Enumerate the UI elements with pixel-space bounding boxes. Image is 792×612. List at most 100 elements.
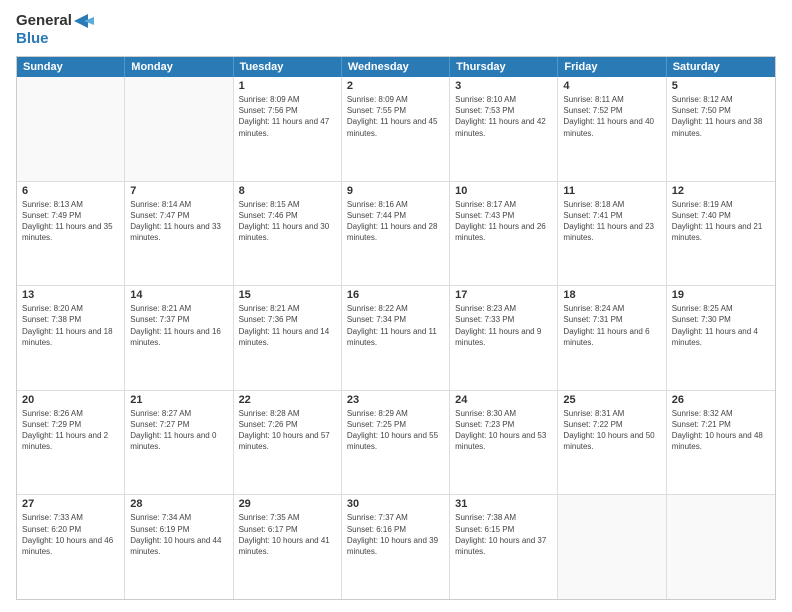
calendar-row-1: 6 Sunrise: 8:13 AM Sunset: 7:49 PM Daylig…: [17, 182, 775, 287]
calendar-cell-4-2: 29 Sunrise: 7:35 AM Sunset: 6:17 PM Dayli…: [234, 495, 342, 599]
calendar-cell-3-0: 20 Sunrise: 8:26 AM Sunset: 7:29 PM Dayli…: [17, 391, 125, 495]
day-number: 6: [22, 185, 119, 197]
calendar-cell-0-6: 5 Sunrise: 8:12 AM Sunset: 7:50 PM Daylig…: [667, 77, 775, 181]
cell-details: Sunrise: 8:21 AM Sunset: 7:37 PM Dayligh…: [130, 303, 227, 348]
weekday-header-thursday: Thursday: [450, 57, 558, 77]
day-number: 17: [455, 289, 552, 301]
cell-details: Sunrise: 7:34 AM Sunset: 6:19 PM Dayligh…: [130, 512, 227, 557]
cell-details: Sunrise: 7:35 AM Sunset: 6:17 PM Dayligh…: [239, 512, 336, 557]
cell-details: Sunrise: 8:29 AM Sunset: 7:25 PM Dayligh…: [347, 408, 444, 453]
cell-details: Sunrise: 8:23 AM Sunset: 7:33 PM Dayligh…: [455, 303, 552, 348]
day-number: 12: [672, 185, 770, 197]
day-number: 23: [347, 394, 444, 406]
cell-details: Sunrise: 8:13 AM Sunset: 7:49 PM Dayligh…: [22, 199, 119, 244]
calendar-cell-0-0: [17, 77, 125, 181]
logo-blue: Blue: [16, 30, 94, 48]
day-number: 24: [455, 394, 552, 406]
cell-details: Sunrise: 8:30 AM Sunset: 7:23 PM Dayligh…: [455, 408, 552, 453]
cell-details: Sunrise: 8:10 AM Sunset: 7:53 PM Dayligh…: [455, 94, 552, 139]
calendar-cell-1-4: 10 Sunrise: 8:17 AM Sunset: 7:43 PM Dayli…: [450, 182, 558, 286]
weekday-header-tuesday: Tuesday: [234, 57, 342, 77]
calendar-cell-1-2: 8 Sunrise: 8:15 AM Sunset: 7:46 PM Daylig…: [234, 182, 342, 286]
calendar-cell-3-1: 21 Sunrise: 8:27 AM Sunset: 7:27 PM Dayli…: [125, 391, 233, 495]
calendar-cell-2-1: 14 Sunrise: 8:21 AM Sunset: 7:37 PM Dayli…: [125, 286, 233, 390]
day-number: 7: [130, 185, 227, 197]
day-number: 25: [563, 394, 660, 406]
day-number: 18: [563, 289, 660, 301]
calendar-cell-4-4: 31Sunrise: 7:38 AM Sunset: 6:15 PM Dayli…: [450, 495, 558, 599]
day-number: 20: [22, 394, 119, 406]
cell-details: Sunrise: 8:20 AM Sunset: 7:38 PM Dayligh…: [22, 303, 119, 348]
day-number: 8: [239, 185, 336, 197]
cell-details: Sunrise: 8:22 AM Sunset: 7:34 PM Dayligh…: [347, 303, 444, 348]
calendar-cell-3-6: 26Sunrise: 8:32 AM Sunset: 7:21 PM Dayli…: [667, 391, 775, 495]
calendar-row-2: 13 Sunrise: 8:20 AM Sunset: 7:38 PM Dayli…: [17, 286, 775, 391]
header: General Blue: [16, 12, 776, 48]
calendar-cell-2-4: 17 Sunrise: 8:23 AM Sunset: 7:33 PM Dayli…: [450, 286, 558, 390]
logo-general: General: [16, 12, 72, 30]
cell-details: Sunrise: 7:37 AM Sunset: 6:16 PM Dayligh…: [347, 512, 444, 557]
calendar-cell-0-3: 2Sunrise: 8:09 AM Sunset: 7:55 PM Daylig…: [342, 77, 450, 181]
cell-details: Sunrise: 8:17 AM Sunset: 7:43 PM Dayligh…: [455, 199, 552, 244]
calendar-cell-1-1: 7Sunrise: 8:14 AM Sunset: 7:47 PM Daylig…: [125, 182, 233, 286]
calendar-cell-4-1: 28 Sunrise: 7:34 AM Sunset: 6:19 PM Dayli…: [125, 495, 233, 599]
weekday-header-wednesday: Wednesday: [342, 57, 450, 77]
calendar-row-3: 20 Sunrise: 8:26 AM Sunset: 7:29 PM Dayli…: [17, 391, 775, 496]
cell-details: Sunrise: 8:32 AM Sunset: 7:21 PM Dayligh…: [672, 408, 770, 453]
logo-bird-icon: [74, 14, 94, 28]
day-number: 31: [455, 498, 552, 510]
cell-details: Sunrise: 8:12 AM Sunset: 7:50 PM Dayligh…: [672, 94, 770, 139]
day-number: 14: [130, 289, 227, 301]
day-number: 4: [563, 80, 660, 92]
day-number: 27: [22, 498, 119, 510]
calendar-cell-4-0: 27 Sunrise: 7:33 AM Sunset: 6:20 PM Dayli…: [17, 495, 125, 599]
day-number: 13: [22, 289, 119, 301]
calendar-cell-2-0: 13 Sunrise: 8:20 AM Sunset: 7:38 PM Dayli…: [17, 286, 125, 390]
day-number: 9: [347, 185, 444, 197]
cell-details: Sunrise: 8:15 AM Sunset: 7:46 PM Dayligh…: [239, 199, 336, 244]
calendar-cell-1-5: 11 Sunrise: 8:18 AM Sunset: 7:41 PM Dayli…: [558, 182, 666, 286]
calendar-cell-2-2: 15 Sunrise: 8:21 AM Sunset: 7:36 PM Dayli…: [234, 286, 342, 390]
cell-details: Sunrise: 8:28 AM Sunset: 7:26 PM Dayligh…: [239, 408, 336, 453]
calendar-cell-3-5: 25 Sunrise: 8:31 AM Sunset: 7:22 PM Dayli…: [558, 391, 666, 495]
day-number: 16: [347, 289, 444, 301]
cell-details: Sunrise: 8:21 AM Sunset: 7:36 PM Dayligh…: [239, 303, 336, 348]
calendar-body: 1 Sunrise: 8:09 AM Sunset: 7:56 PM Daylig…: [17, 77, 775, 599]
calendar-cell-3-4: 24 Sunrise: 8:30 AM Sunset: 7:23 PM Dayli…: [450, 391, 558, 495]
day-number: 19: [672, 289, 770, 301]
calendar-cell-0-2: 1 Sunrise: 8:09 AM Sunset: 7:56 PM Daylig…: [234, 77, 342, 181]
day-number: 5: [672, 80, 770, 92]
calendar-cell-4-3: 30 Sunrise: 7:37 AM Sunset: 6:16 PM Dayli…: [342, 495, 450, 599]
day-number: 15: [239, 289, 336, 301]
cell-details: Sunrise: 8:09 AM Sunset: 7:56 PM Dayligh…: [239, 94, 336, 139]
calendar-cell-4-6: [667, 495, 775, 599]
weekday-header-friday: Friday: [558, 57, 666, 77]
cell-details: Sunrise: 8:26 AM Sunset: 7:29 PM Dayligh…: [22, 408, 119, 453]
weekday-header-sunday: Sunday: [17, 57, 125, 77]
cell-details: Sunrise: 8:31 AM Sunset: 7:22 PM Dayligh…: [563, 408, 660, 453]
day-number: 28: [130, 498, 227, 510]
calendar-cell-3-2: 22Sunrise: 8:28 AM Sunset: 7:26 PM Dayli…: [234, 391, 342, 495]
calendar-cell-2-6: 19Sunrise: 8:25 AM Sunset: 7:30 PM Dayli…: [667, 286, 775, 390]
calendar-cell-2-5: 18 Sunrise: 8:24 AM Sunset: 7:31 PM Dayli…: [558, 286, 666, 390]
calendar-cell-2-3: 16 Sunrise: 8:22 AM Sunset: 7:34 PM Dayli…: [342, 286, 450, 390]
day-number: 11: [563, 185, 660, 197]
day-number: 30: [347, 498, 444, 510]
cell-details: Sunrise: 7:33 AM Sunset: 6:20 PM Dayligh…: [22, 512, 119, 557]
day-number: 29: [239, 498, 336, 510]
cell-details: Sunrise: 8:09 AM Sunset: 7:55 PM Dayligh…: [347, 94, 444, 139]
day-number: 10: [455, 185, 552, 197]
day-number: 1: [239, 80, 336, 92]
calendar-cell-4-5: [558, 495, 666, 599]
day-number: 21: [130, 394, 227, 406]
calendar-cell-1-0: 6 Sunrise: 8:13 AM Sunset: 7:49 PM Daylig…: [17, 182, 125, 286]
calendar-cell-1-6: 12 Sunrise: 8:19 AM Sunset: 7:40 PM Dayli…: [667, 182, 775, 286]
weekday-header-saturday: Saturday: [667, 57, 775, 77]
cell-details: Sunrise: 8:19 AM Sunset: 7:40 PM Dayligh…: [672, 199, 770, 244]
calendar: SundayMondayTuesdayWednesdayThursdayFrid…: [16, 56, 776, 600]
cell-details: Sunrise: 8:11 AM Sunset: 7:52 PM Dayligh…: [563, 94, 660, 139]
cell-details: Sunrise: 8:24 AM Sunset: 7:31 PM Dayligh…: [563, 303, 660, 348]
cell-details: Sunrise: 8:27 AM Sunset: 7:27 PM Dayligh…: [130, 408, 227, 453]
calendar-header: SundayMondayTuesdayWednesdayThursdayFrid…: [17, 57, 775, 77]
cell-details: Sunrise: 8:18 AM Sunset: 7:41 PM Dayligh…: [563, 199, 660, 244]
